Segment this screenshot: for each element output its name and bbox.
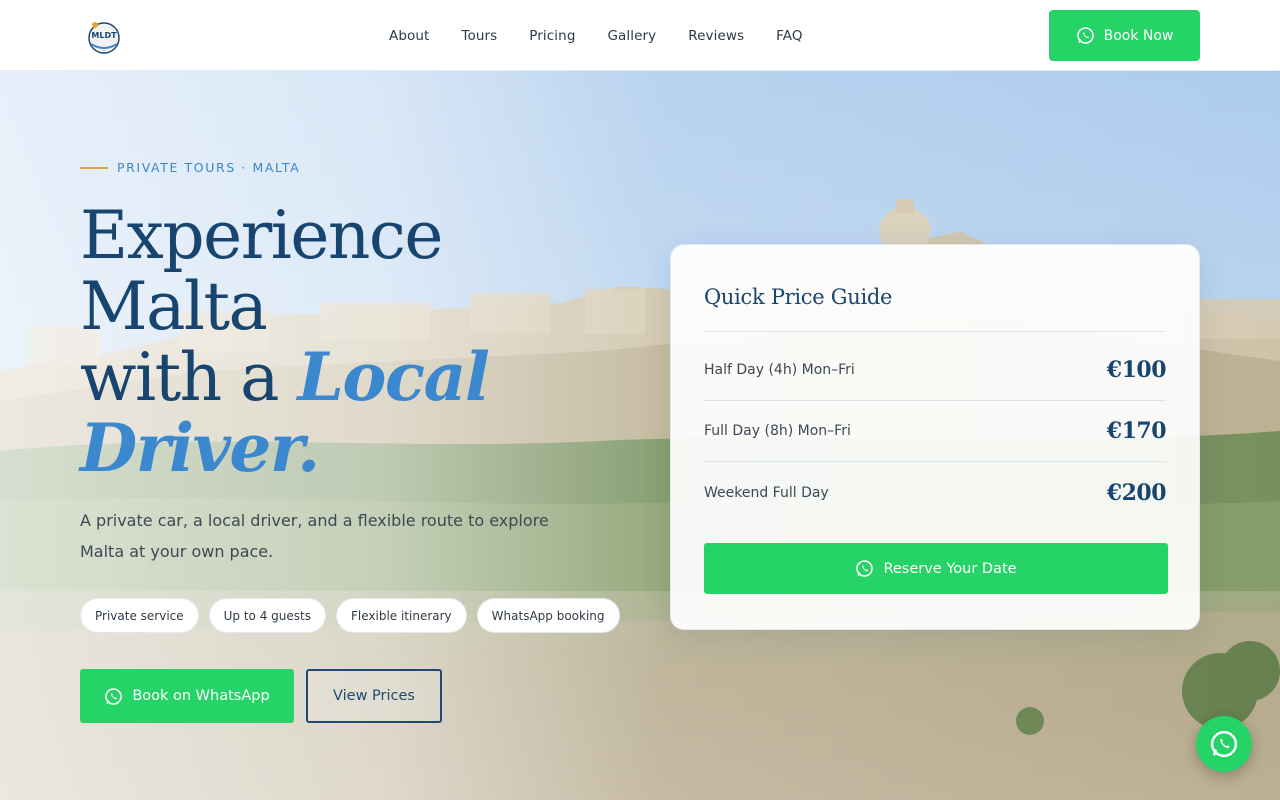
headline-accent-driver: Driver. <box>80 409 320 487</box>
price-value: €200 <box>1106 479 1167 506</box>
site-header: MLDT About Tours Pricing Gallery Reviews… <box>0 0 1280 71</box>
chip-guests: Up to 4 guests <box>208 598 326 633</box>
book-now-button[interactable]: Book Now <box>1049 10 1200 61</box>
price-row-weekend: Weekend Full Day €200 <box>704 462 1167 523</box>
price-card-divider <box>704 331 1166 332</box>
chip-whatsapp-booking: WhatsApp booking <box>476 598 620 633</box>
hero-cta-row: Book on WhatsApp View Prices <box>80 669 442 723</box>
chip-flexible-itinerary: Flexible itinerary <box>335 598 467 633</box>
headline-line-3: with a <box>80 339 298 416</box>
nav-tours[interactable]: Tours <box>461 28 497 44</box>
whatsapp-icon <box>1209 729 1239 759</box>
price-card-title: Quick Price Guide <box>704 285 893 309</box>
chip-private-service: Private service <box>80 598 199 633</box>
price-label: Full Day (8h) Mon–Fri <box>704 423 851 439</box>
feature-chips: Private service Up to 4 guests Flexible … <box>80 598 620 633</box>
floating-whatsapp-button[interactable] <box>1196 716 1252 772</box>
book-now-label: Book Now <box>1103 27 1174 44</box>
whatsapp-icon <box>104 687 123 706</box>
nav-reviews[interactable]: Reviews <box>688 28 744 44</box>
book-on-whatsapp-label: Book on WhatsApp <box>132 688 270 704</box>
nav-gallery[interactable]: Gallery <box>607 28 656 44</box>
eyebrow-text: PRIVATE TOURS · MALTA <box>117 160 301 175</box>
whatsapp-icon <box>855 559 874 578</box>
reserve-date-button[interactable]: Reserve Your Date <box>704 543 1168 594</box>
nav-about[interactable]: About <box>389 28 429 44</box>
reserve-date-label: Reserve Your Date <box>883 560 1017 577</box>
book-on-whatsapp-button[interactable]: Book on WhatsApp <box>80 669 294 723</box>
whatsapp-icon <box>1076 26 1095 45</box>
hero-subtitle: A private car, a local driver, and a fle… <box>80 511 549 561</box>
price-value: €100 <box>1106 357 1167 383</box>
price-label: Weekend Full Day <box>704 484 829 501</box>
main-nav: About Tours Pricing Gallery Reviews FAQ <box>389 0 835 71</box>
view-prices-button[interactable]: View Prices <box>306 669 442 723</box>
headline-line-2: Malta <box>80 268 268 345</box>
price-value: €170 <box>1106 418 1167 444</box>
eyebrow-divider <box>80 166 108 169</box>
nav-faq[interactable]: FAQ <box>776 28 802 44</box>
headline-line-1: Experience <box>80 197 443 274</box>
price-label: Half Day (4h) Mon–Fri <box>704 362 855 378</box>
price-row-full-day: Full Day (8h) Mon–Fri €170 <box>704 401 1167 462</box>
headline-accent-local: Local <box>297 338 489 416</box>
price-row-half-day: Half Day (4h) Mon–Fri €100 <box>704 340 1167 401</box>
hero-headline: Experience Malta with a Local Driver. <box>80 200 640 484</box>
logo-text: MLDT <box>91 31 117 40</box>
site-logo[interactable]: MLDT <box>82 16 126 56</box>
hero-eyebrow: PRIVATE TOURS · MALTA <box>80 160 300 175</box>
nav-pricing[interactable]: Pricing <box>529 28 575 44</box>
quick-price-card: Quick Price Guide Half Day (4h) Mon–Fri … <box>670 244 1200 630</box>
